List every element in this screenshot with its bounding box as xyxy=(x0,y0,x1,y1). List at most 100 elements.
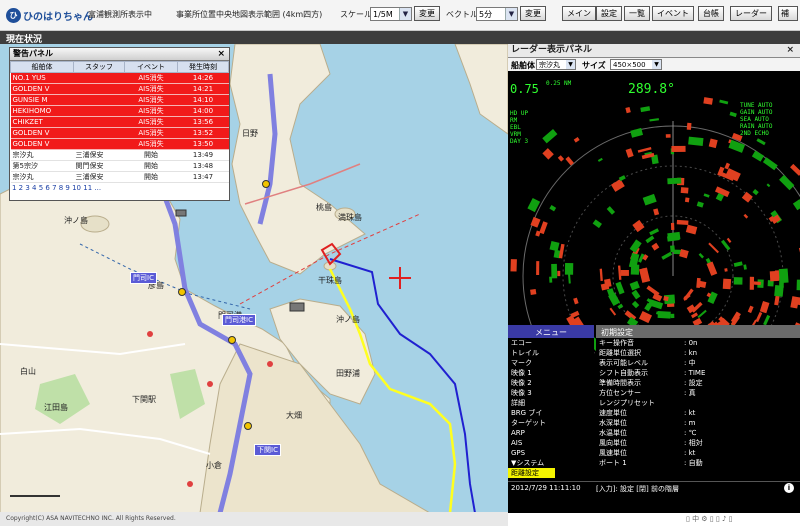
alarm-row[interactable]: 第5宗汐 関門保安 開始 13:48 xyxy=(10,160,229,172)
more-button[interactable]: 補 xyxy=(778,6,798,21)
col-time[interactable]: 発生時刻 xyxy=(177,61,229,73)
map-label-tanoura: 田野浦 xyxy=(336,369,360,378)
ship-icon-2[interactable] xyxy=(175,209,187,217)
radar-setting-value: : 設定 xyxy=(684,379,703,387)
radar-setting-row[interactable]: キー操作音: 0n xyxy=(596,338,800,348)
radar-setting-row[interactable]: シフト自動表示: TIME xyxy=(596,368,800,378)
settings-button[interactable]: 設定 xyxy=(596,6,622,21)
radar-menu-item[interactable]: 詳細 xyxy=(508,398,594,408)
radar-setting-row[interactable]: 風向単位: 相対 xyxy=(596,438,800,448)
col-staff[interactable]: スタッフ xyxy=(73,61,125,73)
alarm-row[interactable]: CHIKZET AIS消失 13:56 xyxy=(10,116,229,128)
radar-ship-select[interactable]: 宗汐丸 ▼ xyxy=(536,59,576,70)
radar-menu-item[interactable]: ▼システム xyxy=(508,458,594,468)
radar-settings-title: 初期設定 xyxy=(596,327,800,338)
scale-select[interactable]: 1/5M ▼ xyxy=(370,7,412,21)
alarm-row[interactable]: GUNSIE M AIS消失 14:10 xyxy=(10,94,229,106)
radar-setting-row[interactable]: 準備時間表示: 設定 xyxy=(596,378,800,388)
event-button[interactable]: イベント xyxy=(652,6,694,21)
radar-setting-row[interactable]: ボート 1: 自動 xyxy=(596,458,800,468)
vector-label: ベクトル xyxy=(446,10,478,19)
alarm-row[interactable]: HEKIHOMO AIS消失 14:00 xyxy=(10,105,229,117)
radar-menu-item[interactable]: 映像 2 xyxy=(508,378,594,388)
radar-echo xyxy=(703,97,713,105)
radar-setting-value: : 相対 xyxy=(684,439,703,447)
junction-icon xyxy=(178,288,186,296)
alarm-pagination[interactable]: 1 2 3 4 5 6 7 8 9 10 11 ... xyxy=(10,184,229,192)
radar-setting-row[interactable]: 速度単位: kt xyxy=(596,408,800,418)
radar-setting-row[interactable]: レンジプリセット xyxy=(596,398,800,408)
radar-footer: 2012/7/29 11:11:10 [入力]: 設定 [閉] 前の階層 i xyxy=(508,481,800,496)
radar-setting-row[interactable]: 水深単位: m xyxy=(596,418,800,428)
radar-menu-item[interactable]: GPS xyxy=(508,448,594,458)
map-label-shiroyama: 白山 xyxy=(20,367,36,376)
map-label-manju: 満珠島 xyxy=(338,213,362,222)
radar-setting-row[interactable]: 水温単位: ℃ xyxy=(596,428,800,438)
vector-select[interactable]: 5分 ▼ xyxy=(476,7,518,21)
map-copyright: Copyright(C) ASA NAVITECHNO INC. All Rig… xyxy=(0,512,508,526)
land-north-east xyxy=(454,44,508,135)
radar-menu: メニュー エコー トレイル マーク 映像 1 映像 2 映像 3 詳細 BRG ブイ ターゲット… xyxy=(508,325,594,483)
alarm-row[interactable]: 宗汐丸 三浦保安 開始 13:47 xyxy=(10,171,229,183)
radar-setting-row[interactable]: 風速単位: kt xyxy=(596,448,800,458)
alarm-row[interactable]: GOLDEN V AIS消失 13:50 xyxy=(10,138,229,150)
close-icon[interactable]: × xyxy=(217,48,225,60)
junction-icon-4 xyxy=(262,180,270,188)
radar-size-select[interactable]: 450×500 ▼ xyxy=(610,59,662,70)
alarm-cell-time: 13:48 xyxy=(177,160,229,172)
mode-line: VRM xyxy=(510,131,521,138)
range-sub: 0.25 NM xyxy=(546,80,572,87)
radar-setting-value: : 0n xyxy=(684,339,698,347)
alarm-cell-event: AIS消失 xyxy=(124,116,178,128)
radar-menu-item[interactable]: 映像 3 xyxy=(508,388,594,398)
radar-echo xyxy=(667,177,682,185)
radar-menu-item[interactable]: ARP xyxy=(508,428,594,438)
radar-setting-row[interactable]: 距離単位選択: kn xyxy=(596,348,800,358)
radar-echo xyxy=(680,187,689,194)
alarm-row[interactable]: GOLDEN V AIS消失 13:52 xyxy=(10,127,229,139)
alarm-cell-staff xyxy=(73,94,125,106)
alarm-cell-staff: 三浦保安 xyxy=(73,171,125,183)
alarm-panel-header: 警告パネル × xyxy=(10,48,229,61)
mode-line: RM xyxy=(510,117,518,124)
radar-menu-item[interactable]: BRG ブイ xyxy=(508,408,594,418)
alarm-table: 船舶体 スタッフ イベント 発生時刻 NO.1 YUS AIS消失 14:26 GOL… xyxy=(10,61,229,183)
land-north xyxy=(229,44,366,275)
radar-setting-key: レンジプリセット xyxy=(599,399,655,407)
chevron-down-icon: ▼ xyxy=(505,8,517,20)
heading-readout: 289.8° xyxy=(628,82,675,97)
map-label-kamiya: 日野 xyxy=(242,129,258,138)
radar-menu-item[interactable]: マーク xyxy=(508,358,594,368)
main-button[interactable]: メイン xyxy=(562,6,596,21)
radar-menu-item[interactable]: エコー xyxy=(508,338,594,348)
radar-menu-item[interactable]: AIS xyxy=(508,438,594,448)
ship-icon[interactable] xyxy=(289,302,305,312)
radar-menu-item[interactable]: 距離設定 xyxy=(508,468,555,478)
info-icon[interactable]: i xyxy=(784,483,794,493)
radar-menu-item[interactable]: 映像 1 xyxy=(508,368,594,378)
list-button[interactable]: 一覧 xyxy=(624,6,650,21)
radar-canvas: 0.75 0.25 NM 289.8° TUNE AUTO GAIN AUTO … xyxy=(508,71,800,356)
radar-menu-item[interactable]: ターゲット xyxy=(508,418,594,428)
radar-setting-row[interactable]: 方位センサー: 真 xyxy=(596,388,800,398)
radar-button[interactable]: レーダー xyxy=(730,6,772,21)
radar-menu-item[interactable]: トレイル xyxy=(508,348,594,358)
radar-echo xyxy=(510,259,517,272)
radar-scope[interactable]: 0.75 0.25 NM 289.8° TUNE AUTO GAIN AUTO … xyxy=(508,71,800,356)
vector-change-button[interactable]: 変更 xyxy=(520,6,546,21)
status-line: TUNE AUTO xyxy=(740,102,773,109)
alarm-cell-staff xyxy=(73,127,125,139)
alarm-row[interactable]: NO.1 YUS AIS消失 14:26 xyxy=(10,72,229,84)
radar-ship-label: 船舶体 xyxy=(511,61,535,70)
scale-change-button[interactable]: 変更 xyxy=(414,6,440,21)
radar-setting-key: 風速単位 xyxy=(599,449,627,457)
radar-setting-row[interactable]: 表示可能レベル: 中 xyxy=(596,358,800,368)
crosshair-icon xyxy=(389,267,411,289)
mode-line: EBL xyxy=(510,124,521,131)
col-event[interactable]: イベント xyxy=(124,61,178,73)
col-ship[interactable]: 船舶体 xyxy=(10,61,74,73)
alarm-row[interactable]: 宗汐丸 三浦保安 開始 13:49 xyxy=(10,149,229,161)
ledger-button[interactable]: 台帳 xyxy=(698,6,724,21)
close-icon[interactable]: × xyxy=(786,44,794,57)
alarm-row[interactable]: GOLDEN V AIS消失 14:21 xyxy=(10,83,229,95)
